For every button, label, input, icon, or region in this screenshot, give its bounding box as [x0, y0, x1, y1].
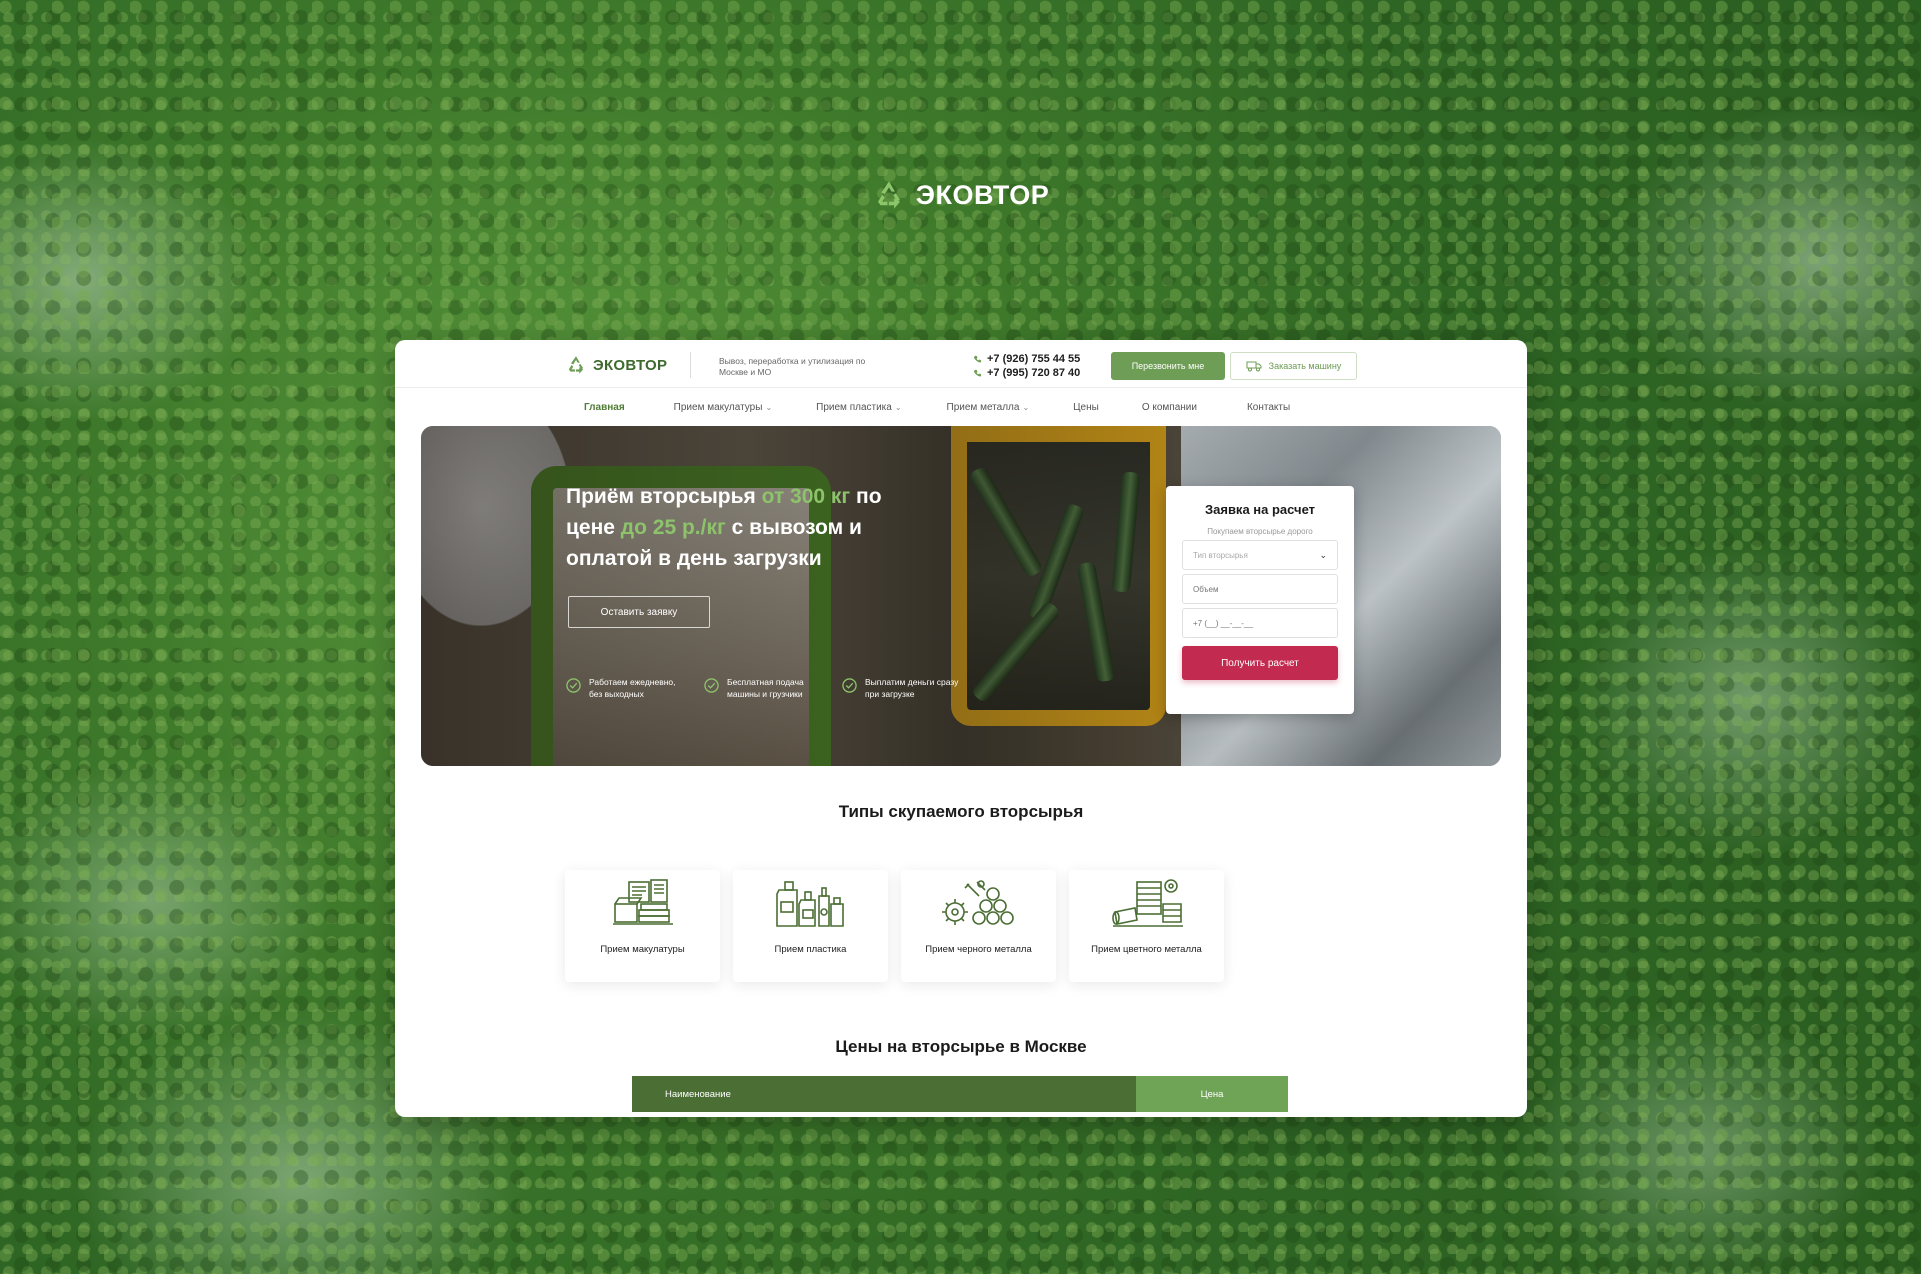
nav-item-prices[interactable]: Цены: [1073, 402, 1099, 413]
type-card-ferrous[interactable]: Прием черного металла: [901, 870, 1056, 982]
hero-title-accent-weight: от 300 кг: [761, 485, 851, 508]
leave-request-button[interactable]: Оставить заявку: [568, 596, 710, 628]
feature-text: Работаем ежедневно, без выходных: [589, 677, 676, 699]
order-truck-label: Заказать машину: [1268, 361, 1342, 371]
price-col-name: Наименование: [632, 1076, 1136, 1112]
nav-item-home[interactable]: Главная: [584, 402, 625, 413]
chevron-down-icon: ⌄: [1319, 549, 1327, 560]
nav-item-about[interactable]: О компании: [1142, 402, 1197, 413]
phone-icon: [973, 355, 982, 362]
price-table-header: Наименование Цена: [632, 1076, 1288, 1112]
callback-button[interactable]: Перезвонить мне: [1111, 352, 1225, 380]
form-title: Заявка на расчет: [1204, 502, 1316, 517]
check-circle-icon: [842, 678, 857, 693]
hero-features: Работаем ежедневно, без выходных Бесплат…: [566, 676, 964, 700]
truck-icon: [1246, 361, 1262, 372]
phone-1[interactable]: +7 (926) 755 44 55: [973, 352, 1080, 366]
type-card-plastic[interactable]: Прием пластика: [733, 870, 888, 982]
prices-section-title: Цены на вторсырье в Москве: [835, 1037, 1087, 1056]
top-brand-logo: ЭКОВТОР: [0, 178, 1921, 212]
phone-2[interactable]: +7 (995) 720 87 40: [973, 366, 1080, 380]
type-label: Прием цветного металла: [1091, 944, 1202, 955]
phone-input[interactable]: [1193, 618, 1327, 628]
main-nav: Главная Прием макулатуры ⌄ Прием пластика…: [395, 388, 1527, 426]
feature-text: Бесплатная подача машины и грузчики: [727, 677, 804, 699]
recycle-icon: [568, 356, 584, 374]
types-section-title: Типы скупаемого вторсырья: [838, 802, 1084, 821]
nav-item-metal[interactable]: Прием металла ⌄: [947, 402, 1030, 413]
material-types: Прием макулатуры Прием пластика Прием че…: [565, 870, 1224, 982]
website-mockup: ЭКОВТОР Вывоз, переработка и утилизация …: [395, 340, 1527, 1117]
hero-banner: Приём вторсырья от 300 кг по цене до 25 …: [421, 426, 1501, 766]
form-subtitle: Покупаем вторсырье дорого: [1207, 527, 1313, 536]
ferrous-metal-icon: [941, 880, 1014, 925]
type-label: Прием пластика: [774, 944, 847, 955]
chevron-down-icon: ⌄: [1022, 402, 1030, 412]
price-col-price: Цена: [1136, 1076, 1288, 1112]
phone-2-text: +7 (995) 720 87 40: [987, 367, 1081, 379]
get-quote-button[interactable]: Получить расчет: [1182, 646, 1338, 680]
phone-icon: [973, 369, 982, 376]
chevron-down-icon: ⌄: [894, 402, 902, 412]
top-brand-name: ЭКОВТОР: [915, 179, 1050, 210]
type-card-nonferrous[interactable]: Прием цветного металла: [1069, 870, 1224, 982]
type-label: Прием черного металла: [925, 944, 1032, 955]
phone-field[interactable]: [1182, 608, 1338, 638]
phone-1-text: +7 (926) 755 44 55: [987, 353, 1081, 365]
type-label: Прием макулатуры: [600, 944, 685, 955]
header-divider: [690, 352, 691, 378]
nav-item-contacts[interactable]: Контакты: [1247, 402, 1290, 413]
volume-field[interactable]: [1182, 574, 1338, 604]
nonferrous-metal-icon: [1111, 879, 1183, 927]
order-truck-button[interactable]: Заказать машину: [1230, 352, 1357, 380]
header-tagline: Вывоз, переработка и утилизация по Москв…: [719, 356, 866, 377]
feature-item: Работаем ежедневно, без выходных: [566, 676, 688, 700]
material-type-select[interactable]: Тип вторсырья ⌄: [1182, 540, 1338, 570]
request-form: Заявка на расчет Покупаем вторсырье доро…: [1166, 486, 1354, 714]
volume-input[interactable]: [1193, 584, 1327, 594]
hero-title: Приём вторсырья от 300 кг по цене до 25 …: [566, 485, 882, 570]
header-logo[interactable]: ЭКОВТОР: [565, 354, 667, 376]
nav-item-paper[interactable]: Прием макулатуры ⌄: [674, 402, 772, 413]
feature-item: Бесплатная подача машины и грузчики: [704, 676, 826, 700]
paper-stack-icon: [612, 879, 673, 925]
type-card-paper[interactable]: Прием макулатуры: [565, 870, 720, 982]
hero-title-accent-price: до 25 р./кг: [620, 516, 726, 539]
chevron-down-icon: ⌄: [765, 402, 773, 412]
feature-text: Выплатим деньги сразу при загрузке: [865, 677, 959, 699]
phone-list: +7 (926) 755 44 55 +7 (995) 720 87 40: [973, 352, 1080, 380]
plastic-bottles-icon: [775, 881, 844, 927]
check-circle-icon: [566, 678, 581, 693]
recycle-icon: [877, 181, 900, 209]
site-header: ЭКОВТОР Вывоз, переработка и утилизация …: [395, 340, 1527, 388]
material-type-placeholder: Тип вторсырья: [1193, 550, 1248, 560]
nav-item-plastic[interactable]: Прием пластика ⌄: [816, 402, 901, 413]
feature-item: Выплатим деньги сразу при загрузке: [842, 676, 964, 700]
check-circle-icon: [704, 678, 719, 693]
logo-text: ЭКОВТОР: [593, 356, 668, 374]
